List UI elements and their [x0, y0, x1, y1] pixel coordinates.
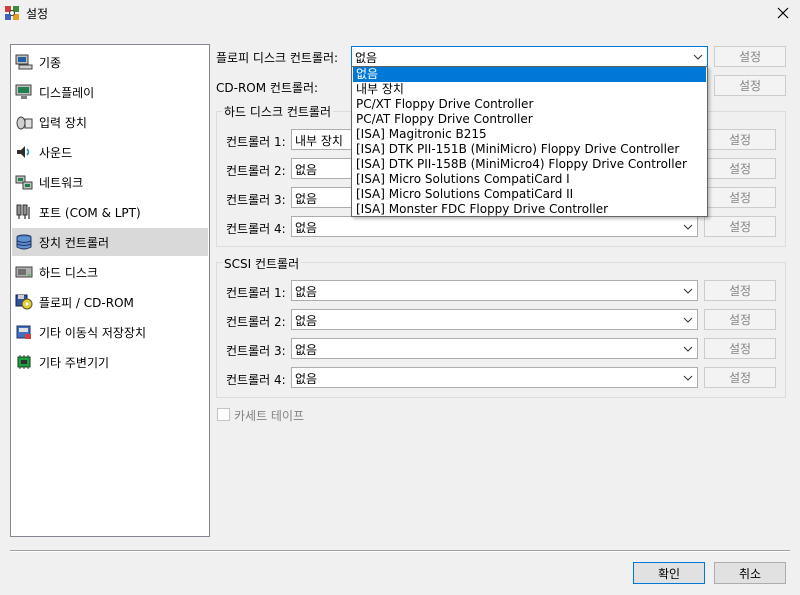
scsi-controller-1-configure-button[interactable]: 설정	[704, 280, 776, 301]
cassette-label: 카세트 테이프	[234, 409, 305, 423]
sidebar-item-other-peripherals[interactable]: 기타 주변기기	[12, 348, 208, 376]
sidebar-item-label: 하드 디스크	[39, 265, 99, 280]
scsi-controller-3-label: 컨트롤러 3:	[226, 344, 286, 358]
footer-separator-highlight	[10, 551, 790, 552]
scsi-controller-4-value: 없음	[295, 372, 318, 386]
floppy-controller-dropdown-list[interactable]: 없음 내부 장치 PC/XT Floppy Drive Controller P…	[351, 66, 708, 217]
scsi-controllers-title: SCSI 컨트롤러	[222, 255, 302, 272]
ports-icon	[16, 204, 30, 219]
ok-button[interactable]: 확인	[633, 562, 705, 584]
sidebar-item-label: 입력 장치	[39, 115, 87, 130]
sidebar-item-label: 기타 주변기기	[39, 355, 110, 370]
hdd-controller-4-value: 없음	[295, 221, 318, 235]
hdd-controller-2-configure-button[interactable]: 설정	[704, 158, 776, 179]
sidebar-item-sound[interactable]: 사운드	[12, 138, 208, 166]
sidebar-item-label: 사운드	[39, 145, 73, 160]
scsi-controller-4-configure-button[interactable]: 설정	[704, 367, 776, 388]
sidebar-item-label: 포트 (COM & LPT)	[39, 205, 141, 220]
scsi-controller-3-configure-button[interactable]: 설정	[704, 338, 776, 359]
scsi-controller-3-value: 없음	[295, 343, 318, 357]
hdd-controller-2-label: 컨트롤러 2:	[226, 164, 286, 178]
window-title: 설정	[26, 7, 49, 21]
dropdown-option[interactable]: PC/XT Floppy Drive Controller	[353, 97, 706, 112]
sidebar-item-ports[interactable]: 포트 (COM & LPT)	[12, 198, 208, 226]
hdd-controller-4-select[interactable]: 없음	[291, 216, 698, 237]
sidebar-item-label: 기종	[39, 55, 62, 70]
close-button[interactable]	[766, 0, 800, 26]
dropdown-option[interactable]: [ISA] Micro Solutions CompatiCard I	[353, 172, 706, 187]
hdd-controller-3-label: 컨트롤러 3:	[226, 193, 286, 207]
sidebar-item-removable-storage[interactable]: 기타 이동식 저장장치	[12, 318, 208, 346]
hdd-controller-4-configure-button[interactable]: 설정	[704, 216, 776, 237]
scsi-controller-3-select[interactable]: 없음	[291, 338, 698, 359]
scsi-controller-2-value: 없음	[295, 314, 318, 328]
machine-icon	[15, 54, 33, 70]
hdd-controllers-title: 하드 디스크 컨트롤러	[222, 103, 333, 120]
sidebar-item-label: 플로피 / CD-ROM	[39, 295, 134, 310]
floppy-controller-select[interactable]: 없음	[351, 46, 708, 67]
sidebar-item-machine[interactable]: 기종	[12, 48, 208, 76]
hdd-controller-3-configure-button[interactable]: 설정	[704, 187, 776, 208]
chevron-down-icon	[683, 346, 693, 352]
sidebar-item-label: 장치 컨트롤러	[39, 235, 110, 250]
dropdown-option[interactable]: [ISA] DTK PII-151B (MiniMicro) Floppy Dr…	[353, 142, 706, 157]
dropdown-option[interactable]: [ISA] Magitronic B215	[353, 127, 706, 142]
chevron-down-icon	[683, 375, 693, 381]
scsi-controller-2-label: 컨트롤러 2:	[226, 315, 286, 329]
scsi-controller-4-label: 컨트롤러 4:	[226, 373, 286, 387]
floppy-controller-label: 플로피 디스크 컨트롤러:	[216, 51, 339, 65]
hdd-controller-2-value: 없음	[295, 163, 318, 177]
hdd-controller-4-label: 컨트롤러 4:	[226, 222, 286, 236]
floppy-cdrom-icon	[15, 294, 33, 310]
title-bar: 설정	[0, 0, 800, 26]
sidebar-item-input-devices[interactable]: 입력 장치	[12, 108, 208, 136]
cassette-checkbox[interactable]	[217, 408, 230, 421]
storage-controller-icon	[16, 234, 32, 250]
cdrom-controller-label: CD-ROM 컨트롤러:	[216, 81, 319, 95]
cdrom-configure-button[interactable]: 설정	[714, 75, 786, 96]
chevron-down-icon	[683, 317, 693, 323]
hdd-controller-1-value: 내부 장치	[295, 134, 343, 148]
sidebar-item-label: 디스플레이	[39, 85, 95, 100]
hdd-controller-1-label: 컨트롤러 1:	[226, 135, 286, 149]
sidebar-item-network[interactable]: 네트워크	[12, 168, 208, 196]
hdd-controller-3-value: 없음	[295, 192, 318, 206]
settings-category-list[interactable]: 기종 디스플레이 입력 장치 사운드 네트워크 포트 (COM & LPT) 장…	[10, 44, 210, 537]
cancel-button[interactable]: 취소	[714, 562, 786, 584]
dropdown-option[interactable]: [ISA] Monster FDC Floppy Drive Controlle…	[353, 202, 706, 217]
floppy-configure-button[interactable]: 설정	[714, 46, 786, 67]
dropdown-option[interactable]: [ISA] Micro Solutions CompatiCard II	[353, 187, 706, 202]
dropdown-option[interactable]: 내부 장치	[353, 82, 706, 97]
sound-icon	[17, 146, 30, 158]
dropdown-option[interactable]: 없음	[353, 67, 706, 82]
display-icon	[15, 84, 32, 99]
sidebar-item-display[interactable]: 디스플레이	[12, 78, 208, 106]
network-icon	[15, 175, 33, 190]
floppy-controller-value: 없음	[355, 51, 378, 65]
removable-storage-icon	[16, 325, 31, 339]
sidebar-item-label: 기타 이동식 저장장치	[39, 325, 146, 340]
scsi-controller-2-configure-button[interactable]: 설정	[704, 309, 776, 330]
scsi-controller-1-label: 컨트롤러 1:	[226, 286, 286, 300]
hard-disk-icon	[15, 266, 33, 278]
close-icon	[777, 7, 789, 19]
sidebar-item-label: 네트워크	[39, 175, 84, 190]
app-icon	[5, 6, 19, 20]
dropdown-option[interactable]: PC/AT Floppy Drive Controller	[353, 112, 706, 127]
sidebar-item-floppy-cdrom[interactable]: 플로피 / CD-ROM	[12, 288, 208, 316]
hdd-controller-1-configure-button[interactable]: 설정	[704, 129, 776, 150]
dropdown-option[interactable]: [ISA] DTK PII-158B (MiniMicro4) Floppy D…	[353, 157, 706, 172]
chevron-down-icon	[683, 288, 693, 294]
scsi-controller-1-value: 없음	[295, 285, 318, 299]
input-device-icon	[16, 116, 33, 130]
chevron-down-icon	[693, 54, 703, 60]
scsi-controller-4-select[interactable]: 없음	[291, 367, 698, 388]
peripherals-icon	[17, 355, 31, 369]
chevron-down-icon	[683, 224, 693, 230]
scsi-controller-2-select[interactable]: 없음	[291, 309, 698, 330]
sidebar-item-storage-controllers[interactable]: 장치 컨트롤러	[12, 228, 208, 256]
sidebar-item-hard-disks[interactable]: 하드 디스크	[12, 258, 208, 286]
scsi-controller-1-select[interactable]: 없음	[291, 280, 698, 301]
